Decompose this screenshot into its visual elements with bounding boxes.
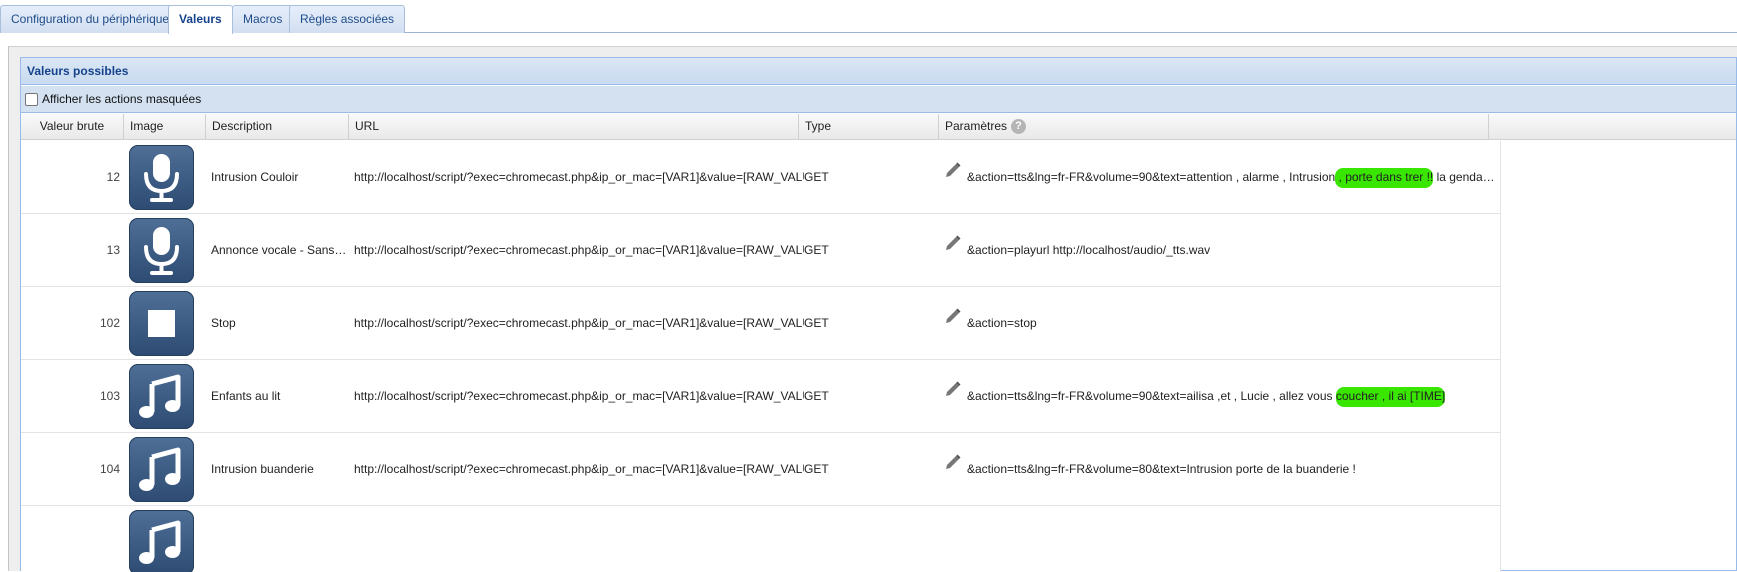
description: Enfants au lit [211, 389, 281, 403]
params-highlight: , porte dans trer !! [1335, 168, 1434, 188]
raw-value: 103 [99, 389, 120, 403]
tab-device-config[interactable]: Configuration du périphérique [0, 5, 181, 33]
type: GET [804, 170, 829, 184]
url [354, 506, 804, 572]
params: &action=tts&lng=fr-FR&volume=80&text=Int… [944, 433, 1499, 505]
col-header-image[interactable]: Image [124, 114, 206, 140]
params-text: &action=stop [967, 316, 1037, 330]
raw-value: 104 [99, 462, 120, 476]
params: &action=tts&lng=fr-FR&volume=90&text=ail… [944, 360, 1499, 432]
col-header-type[interactable]: Type [799, 114, 939, 140]
type [804, 506, 934, 572]
params: &action=tts&lng=fr-FR&volume=90&text=att… [944, 141, 1499, 213]
col-header-params-label: Paramètres [945, 119, 1008, 133]
edit-pencil-icon[interactable] [944, 287, 962, 357]
section-toolbar: Afficher les actions masquées [21, 86, 1736, 113]
help-icon[interactable]: ? [1011, 119, 1027, 135]
col-header-params[interactable]: Paramètres? [939, 114, 1489, 140]
params-highlight: coucher , il ai [TIME] [1335, 387, 1446, 407]
music-note-icon [129, 510, 194, 572]
raw-value [21, 506, 124, 572]
params: &action=playurl http://localhost/audio/_… [944, 214, 1499, 286]
microphone-icon [129, 218, 194, 283]
edit-pencil-icon[interactable] [944, 433, 962, 503]
microphone-icon [129, 145, 194, 210]
show-hidden-label[interactable]: Afficher les actions masquées [42, 92, 201, 106]
url: http://localhost/script/?exec=chromecast… [354, 316, 804, 330]
col-header-raw[interactable]: Valeur brute [21, 114, 124, 140]
table-row[interactable]: 13 Annonce vocale - Sans … http://localhos… [21, 214, 1501, 287]
table-row[interactable] [21, 506, 1501, 572]
tab-values[interactable]: Valeurs [168, 5, 233, 34]
raw-value: 13 [106, 243, 120, 257]
params-text: &action=tts&lng=fr-FR&volume=90&text=ail… [967, 389, 1336, 403]
values-section: Valeurs possibles Afficher les actions m… [20, 57, 1737, 572]
raw-value: 102 [99, 316, 120, 330]
description: Annonce vocale - Sans … [211, 243, 349, 257]
table-row[interactable]: 103 Enfants au lit http://localhost/script… [21, 360, 1501, 433]
col-header-description[interactable]: Description [206, 114, 349, 140]
params-text-end: la gendarmeri… [1436, 170, 1499, 184]
url: http://localhost/script/?exec=chromecast… [354, 389, 804, 403]
type: GET [804, 243, 829, 257]
url: http://localhost/script/?exec=chromecast… [354, 170, 804, 184]
table-row[interactable]: 104 Intrusion buanderie http://localhost/s… [21, 433, 1501, 506]
edit-pencil-icon[interactable] [944, 214, 962, 284]
music-note-icon [129, 437, 194, 502]
params-text: &action=tts&lng=fr-FR&volume=80&text=Int… [967, 462, 1356, 476]
type: GET [804, 462, 829, 476]
description: Stop [211, 316, 236, 330]
params [944, 506, 1499, 572]
type: GET [804, 389, 829, 403]
params-text: &action=tts&lng=fr-FR&volume=90&text=att… [967, 170, 1336, 184]
url: http://localhost/script/?exec=chromecast… [354, 243, 804, 257]
description: Intrusion buanderie [211, 462, 314, 476]
tab-associated-rules[interactable]: Règles associées [289, 5, 406, 33]
grid-body: 12 Intrusion Couloir http://localhost/scri… [21, 141, 1501, 572]
table-row[interactable]: 12 Intrusion Couloir http://localhost/scri… [21, 141, 1501, 214]
params: &action=stop [944, 287, 1499, 359]
music-note-icon [129, 364, 194, 429]
raw-value: 12 [106, 170, 120, 184]
description [211, 506, 349, 572]
description: Intrusion Couloir [211, 170, 299, 184]
tab-macros[interactable]: Macros [232, 5, 294, 33]
edit-pencil-icon[interactable] [944, 360, 962, 430]
type: GET [804, 316, 829, 330]
url: http://localhost/script/?exec=chromecast… [354, 462, 804, 476]
show-hidden-checkbox[interactable] [25, 92, 38, 106]
section-title: Valeurs possibles [21, 58, 1736, 85]
table-row[interactable]: 102 Stop http://localhost/script/?exec=chr… [21, 287, 1501, 360]
params-text: &action=playurl http://localhost/audio/_… [967, 243, 1211, 257]
tab-bar: Configuration du périphérique Valeurs Ma… [0, 0, 1737, 34]
col-header-url[interactable]: URL [349, 114, 799, 140]
stop-icon [129, 291, 194, 356]
grid-header: Valeur brute Image Description URL Type … [21, 114, 1736, 140]
edit-pencil-icon[interactable] [944, 141, 962, 211]
